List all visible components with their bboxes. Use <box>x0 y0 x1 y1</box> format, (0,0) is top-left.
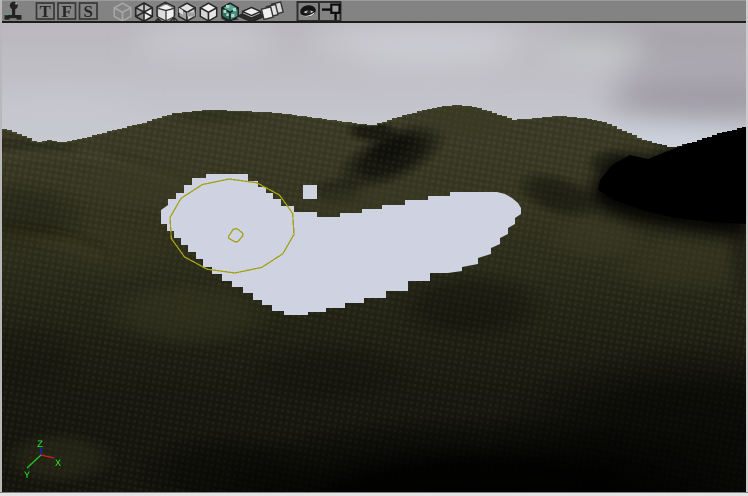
svg-text:S: S <box>83 2 92 21</box>
svg-text:Y: Y <box>24 471 30 482</box>
svg-text:T: T <box>40 2 52 21</box>
svg-text:X: X <box>55 459 61 470</box>
svg-text:Z: Z <box>37 440 43 451</box>
svg-text:F: F <box>62 2 72 21</box>
